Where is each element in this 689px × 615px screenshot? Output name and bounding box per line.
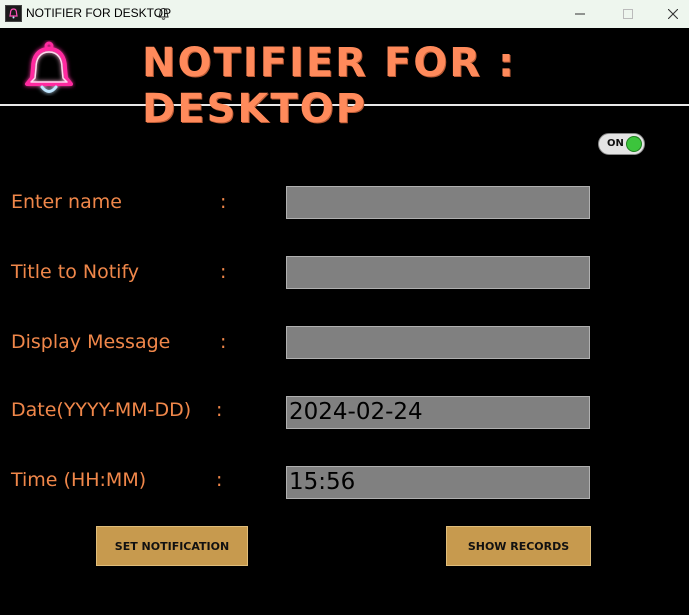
close-icon [668, 9, 678, 19]
date-input[interactable]: 2024-02-24 [286, 396, 590, 429]
bell-icon [25, 41, 73, 93]
title-label: Title to Notify [11, 261, 140, 283]
app-banner-title: NOTIFIER FOR : DESKTOP [142, 40, 516, 132]
name-label: Enter name [11, 191, 122, 213]
minimize-button[interactable] [557, 0, 603, 28]
message-label: Display Message [11, 331, 171, 353]
toggle-knob [626, 136, 642, 152]
maximize-icon [623, 9, 633, 19]
title-bell-icon [158, 7, 169, 20]
window-title: NOTIFIER FOR DESKTOP [26, 6, 172, 20]
notification-toggle[interactable]: ON [598, 133, 645, 155]
window-titlebar: NOTIFIER FOR DESKTOP [0, 0, 689, 29]
name-input[interactable] [286, 186, 590, 219]
close-button[interactable] [650, 0, 689, 28]
title-colon: : [220, 261, 227, 283]
title-input[interactable] [286, 256, 590, 289]
message-colon: : [220, 331, 227, 353]
time-colon: : [216, 469, 223, 491]
name-colon: : [220, 191, 227, 213]
minimize-icon [575, 13, 585, 15]
message-input[interactable] [286, 326, 590, 359]
toggle-label: ON [607, 138, 624, 149]
time-label: Time (HH:MM) [11, 469, 147, 491]
app-icon [5, 5, 22, 22]
date-colon: : [216, 399, 223, 421]
header-banner: NOTIFIER FOR : DESKTOP [0, 28, 689, 132]
maximize-button[interactable] [605, 0, 651, 28]
show-records-button[interactable]: SHOW RECORDS [446, 526, 591, 566]
date-label: Date(YYYY-MM-DD) [11, 399, 192, 421]
time-input[interactable]: 15:56 [286, 466, 590, 499]
set-notification-button[interactable]: SET NOTIFICATION [96, 526, 248, 566]
